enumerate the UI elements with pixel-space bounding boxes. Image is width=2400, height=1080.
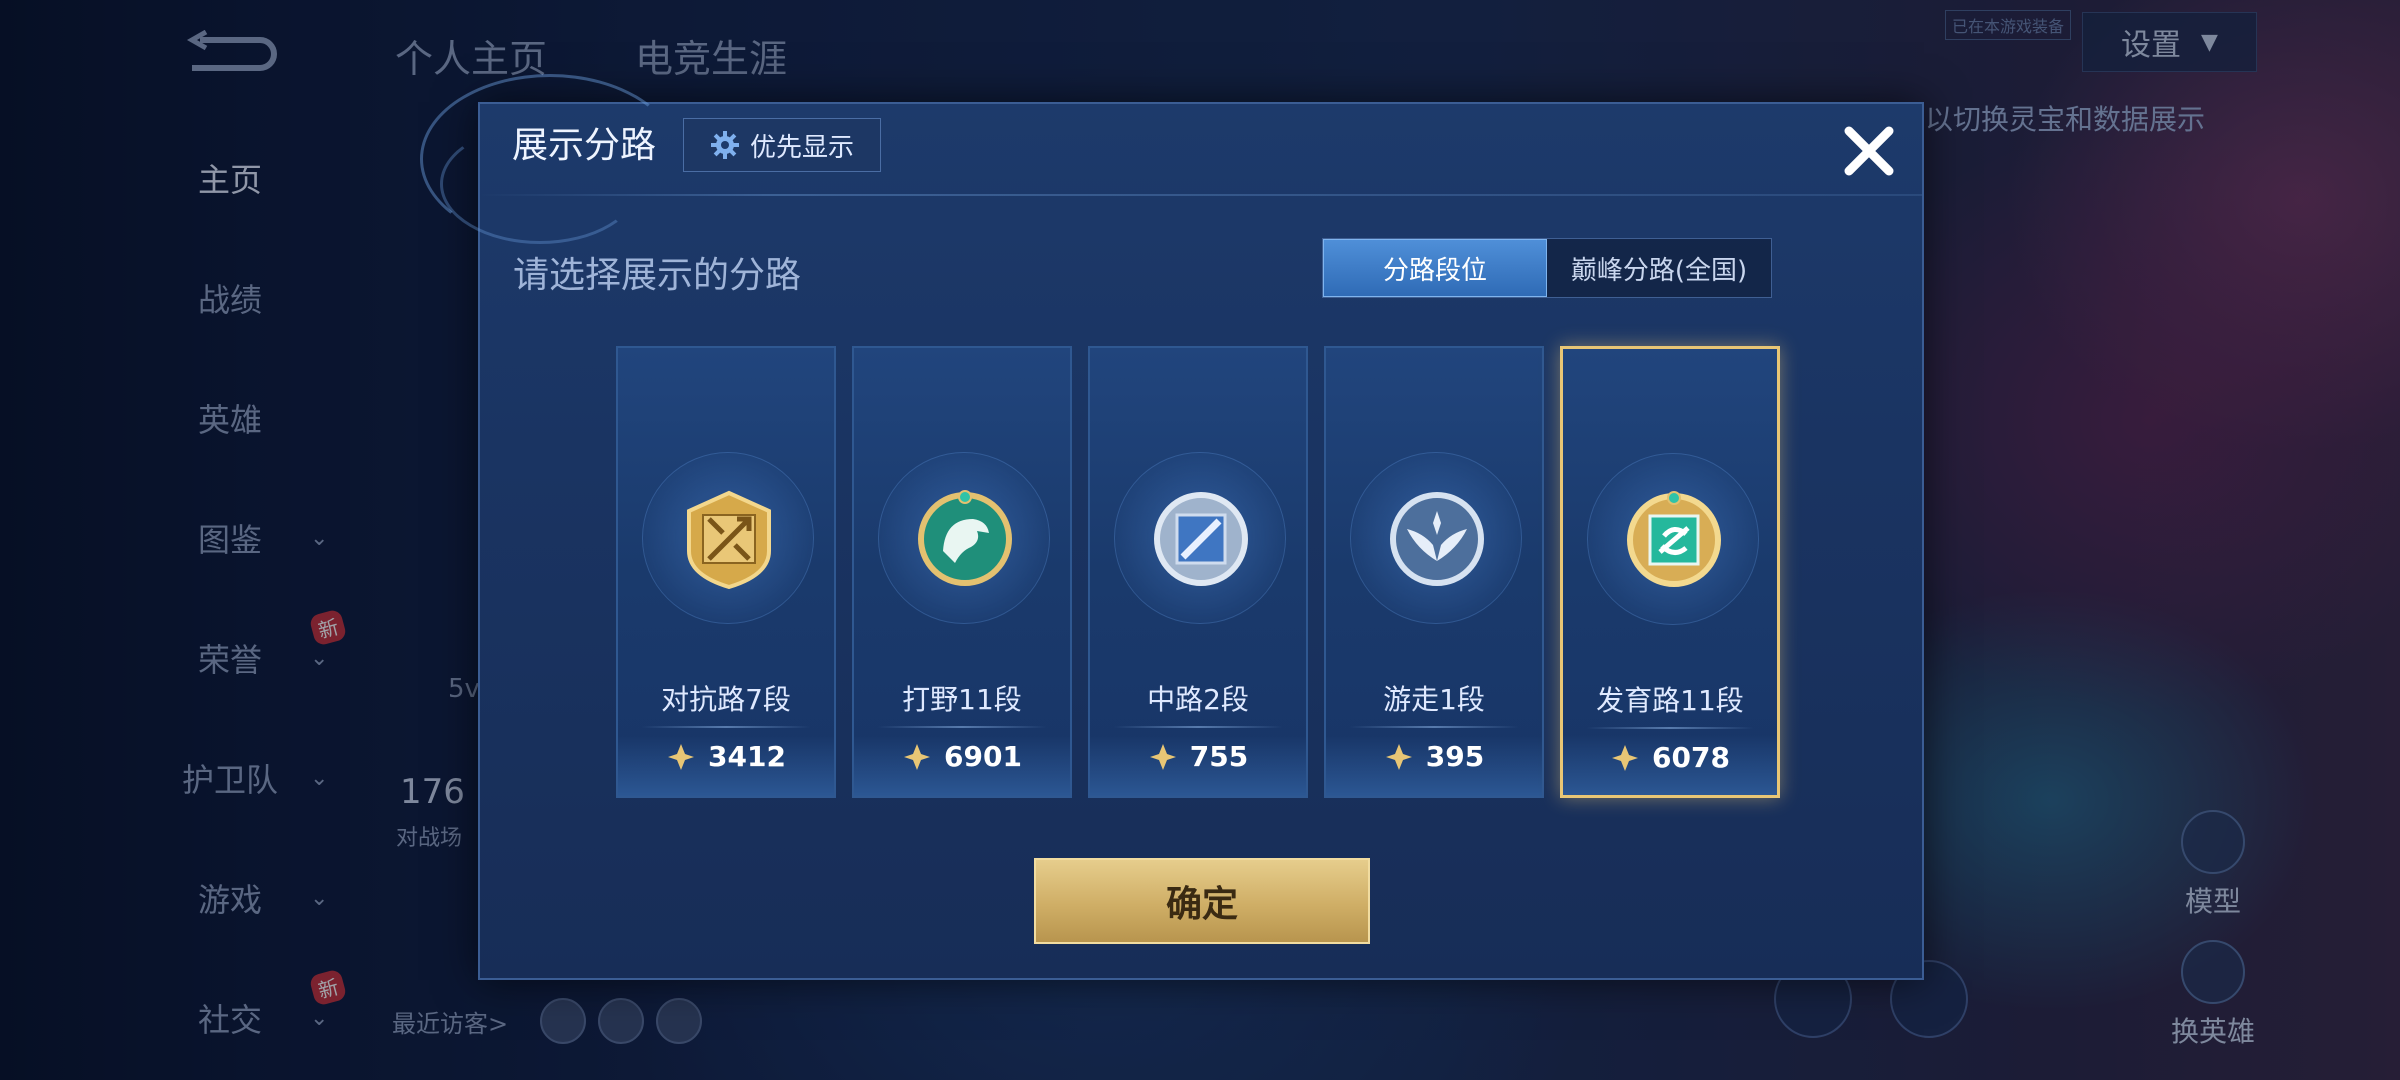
lane-card-mid[interactable]: 中路2段 755 bbox=[1088, 346, 1308, 798]
lane-rank-label: 发育路11段 bbox=[1596, 684, 1744, 717]
lane-score-value: 6901 bbox=[944, 740, 1022, 773]
emblem-frame bbox=[1114, 452, 1286, 624]
dialog-title: 展示分路 bbox=[512, 125, 657, 166]
lane-display-dialog: 展示分路 优先显示 请选择展示的分路 分路段位 巅峰分路(全国) 对抗路7段 3… bbox=[420, 74, 1924, 980]
divider bbox=[1114, 726, 1282, 728]
lane-card-farm[interactable]: 发育路11段 6078 bbox=[1560, 346, 1780, 798]
lane-rank-label: 游走1段 bbox=[1383, 683, 1485, 716]
slash-emblem-icon bbox=[1154, 492, 1248, 586]
lane-rank-label: 对抗路7段 bbox=[661, 683, 791, 716]
lane-rank-label: 中路2段 bbox=[1147, 683, 1249, 716]
close-button[interactable] bbox=[1834, 116, 1904, 186]
lane-rank-label: 打野11段 bbox=[902, 683, 1022, 716]
priority-display-button[interactable]: 优先显示 bbox=[683, 118, 881, 172]
tab-lane-rank[interactable]: 分路段位 bbox=[1323, 239, 1547, 297]
emblem-frame bbox=[642, 452, 814, 624]
close-icon bbox=[1844, 126, 1894, 176]
lane-card-top[interactable]: 对抗路7段 3412 bbox=[616, 346, 836, 798]
lane-score-value: 6078 bbox=[1652, 741, 1730, 774]
sword-emblem-icon bbox=[687, 490, 771, 589]
score-icon bbox=[668, 743, 695, 770]
dialog-subtitle: 请选择展示的分路 bbox=[513, 255, 802, 296]
score-icon bbox=[1385, 743, 1412, 770]
priority-display-label: 优先显示 bbox=[749, 132, 854, 163]
score-icon bbox=[1149, 743, 1176, 770]
lane-score: 395 bbox=[1326, 740, 1542, 773]
lane-score-value: 755 bbox=[1189, 740, 1249, 773]
lane-score: 755 bbox=[1090, 740, 1306, 773]
tab-peak-lane-national[interactable]: 巅峰分路(全国) bbox=[1547, 239, 1771, 297]
emblem-frame bbox=[1587, 453, 1759, 625]
emblem-frame bbox=[878, 452, 1050, 624]
dragon-emblem-icon bbox=[918, 490, 1012, 586]
lane-score-value: 395 bbox=[1425, 740, 1485, 773]
score-icon bbox=[904, 743, 931, 770]
confirm-button[interactable]: 确定 bbox=[1034, 858, 1370, 944]
lane-score: 6901 bbox=[854, 740, 1070, 773]
divider bbox=[1587, 727, 1753, 729]
wings-emblem-icon bbox=[1390, 492, 1484, 586]
emblem-frame bbox=[1350, 452, 1522, 624]
score-icon bbox=[1612, 744, 1639, 771]
arrow-emblem-icon bbox=[1627, 491, 1721, 587]
gear-icon bbox=[710, 131, 739, 159]
lane-score: 3412 bbox=[618, 740, 834, 773]
view-toggle: 分路段位 巅峰分路(全国) bbox=[1322, 238, 1772, 298]
lane-card-jungle[interactable]: 打野11段 6901 bbox=[852, 346, 1072, 798]
header-divider bbox=[480, 194, 1922, 196]
divider bbox=[642, 726, 810, 728]
lane-card-roam[interactable]: 游走1段 395 bbox=[1324, 346, 1544, 798]
divider bbox=[1350, 726, 1518, 728]
lane-score: 6078 bbox=[1563, 741, 1777, 774]
lane-score-value: 3412 bbox=[708, 740, 786, 773]
divider bbox=[878, 726, 1046, 728]
